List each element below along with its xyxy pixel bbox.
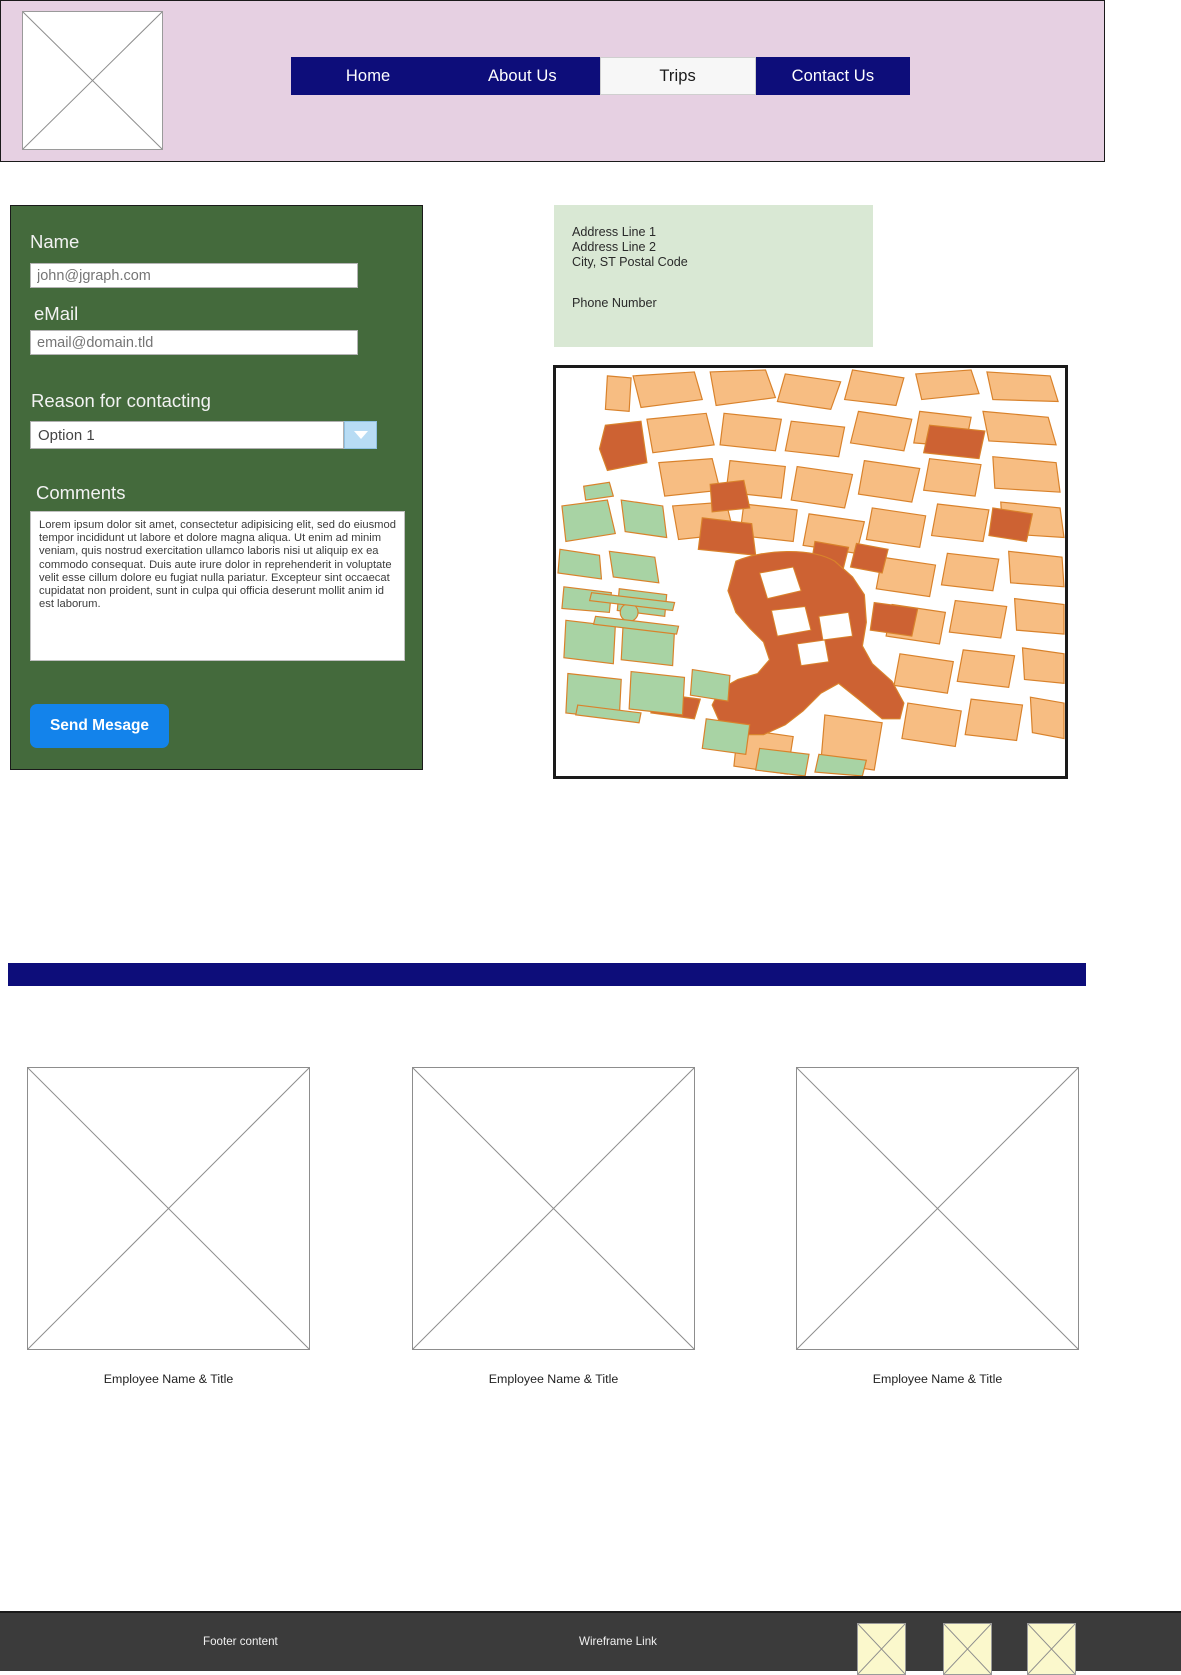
address-line-1: Address Line 1 <box>572 225 657 239</box>
name-input[interactable] <box>30 263 358 288</box>
footer-content-text: Footer content <box>203 1635 278 1648</box>
employee-card: Employee Name & Title <box>27 1067 310 1386</box>
phone-number: Phone Number <box>572 296 657 310</box>
nav-item-contact-us[interactable]: Contact Us <box>756 57 910 95</box>
employee-caption: Employee Name & Title <box>488 1372 619 1386</box>
employee-card: Employee Name & Title <box>412 1067 695 1386</box>
nav-item-about-us[interactable]: About Us <box>445 57 599 95</box>
location-map[interactable] <box>553 365 1068 779</box>
employee-photo-placeholder[interactable] <box>796 1067 1079 1350</box>
reason-field-label: Reason for contacting <box>31 390 211 411</box>
footer-image-placeholder[interactable] <box>1027 1623 1076 1675</box>
address-line-2: Address Line 2 <box>572 240 657 254</box>
section-divider-bar <box>8 963 1086 986</box>
footer-image-placeholder[interactable] <box>857 1623 906 1675</box>
footer-wireframe-link[interactable]: Wireframe Link <box>579 1635 657 1648</box>
placeholder-cross-icon <box>944 1624 991 1674</box>
nav-label: Trips <box>659 66 696 85</box>
employee-photo-placeholder[interactable] <box>27 1067 310 1350</box>
reason-select[interactable]: Option 1 <box>30 421 377 449</box>
nav-label: Contact Us <box>791 66 875 85</box>
employee-card: Employee Name & Title <box>796 1067 1079 1386</box>
employee-photo-placeholder[interactable] <box>412 1067 695 1350</box>
nav-item-trips[interactable]: Trips <box>599 57 756 95</box>
placeholder-cross-icon <box>28 1068 309 1349</box>
site-header: Home About Us Trips Contact Us <box>0 0 1105 162</box>
contact-form-panel: Name eMail Reason for contacting Option … <box>10 205 423 770</box>
email-field-label: eMail <box>34 303 79 324</box>
nav-label: About Us <box>488 66 557 85</box>
address-spacer <box>554 270 873 296</box>
nav-label: Home <box>345 66 391 85</box>
placeholder-cross-icon <box>797 1068 1078 1349</box>
name-field-label: Name <box>30 231 80 252</box>
comments-field-label: Comments <box>36 482 126 503</box>
employee-caption: Employee Name & Title <box>103 1372 234 1386</box>
site-footer: Footer content Wireframe Link <box>0 1611 1181 1675</box>
email-input[interactable] <box>30 330 358 355</box>
placeholder-cross-icon <box>1028 1624 1075 1674</box>
employee-caption: Employee Name & Title <box>872 1372 1003 1386</box>
main-navigation[interactable]: Home About Us Trips Contact Us <box>291 57 910 95</box>
reason-select-value[interactable]: Option 1 <box>30 421 344 449</box>
address-block: Address Line 1 Address Line 2 City, ST P… <box>554 205 873 347</box>
nav-item-home[interactable]: Home <box>291 57 445 95</box>
comments-textarea[interactable] <box>30 511 405 661</box>
send-message-button[interactable]: Send Mesage <box>30 704 169 748</box>
placeholder-cross-icon <box>23 12 162 149</box>
placeholder-cross-icon <box>858 1624 905 1674</box>
footer-image-placeholder[interactable] <box>943 1623 992 1675</box>
placeholder-cross-icon <box>413 1068 694 1349</box>
map-illustration-icon <box>556 368 1065 776</box>
chevron-down-icon[interactable] <box>344 421 377 449</box>
address-line-3: City, ST Postal Code <box>572 255 688 269</box>
logo-image-placeholder[interactable] <box>22 11 163 150</box>
